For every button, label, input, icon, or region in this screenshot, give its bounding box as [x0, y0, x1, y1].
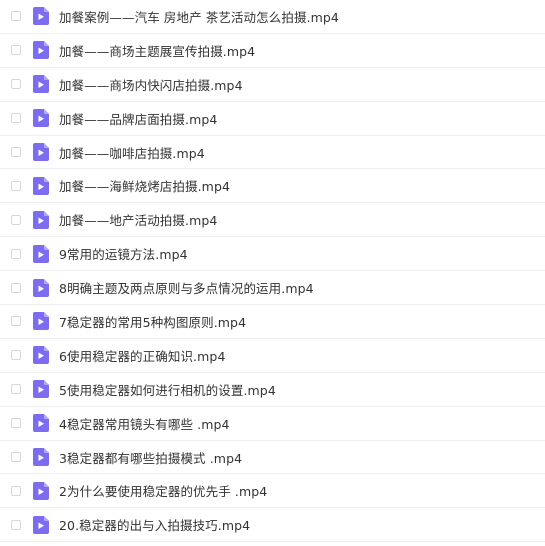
file-name[interactable]: 4稳定器常用镜头有哪些 .mp4 — [59, 414, 230, 433]
file-name[interactable]: 加餐——咖啡店拍摄.mp4 — [59, 143, 205, 162]
file-name[interactable]: 加餐——商场内快闪店拍摄.mp4 — [59, 75, 243, 94]
file-name[interactable]: 加餐——商场主题展宣传拍摄.mp4 — [59, 41, 255, 60]
file-row[interactable]: 4稳定器常用镜头有哪些 .mp4 — [0, 407, 545, 441]
video-file-icon — [33, 176, 49, 195]
file-name[interactable]: 加餐——地产活动拍摄.mp4 — [59, 210, 217, 229]
row-checkbox[interactable] — [11, 79, 21, 90]
file-name[interactable]: 5使用稳定器如何进行相机的设置.mp4 — [59, 380, 276, 399]
row-checkbox[interactable] — [11, 485, 21, 496]
file-name[interactable]: 加餐——海鲜烧烤店拍摄.mp4 — [59, 176, 230, 195]
video-file-icon — [33, 515, 49, 534]
video-file-icon — [33, 312, 49, 331]
file-row[interactable]: 加餐——海鲜烧烤店拍摄.mp4 — [0, 169, 545, 204]
video-file-icon — [33, 41, 49, 60]
video-file-icon — [33, 75, 49, 94]
file-row[interactable]: 加餐——品牌店面拍摄.mp4 — [0, 102, 545, 136]
file-name[interactable]: 7稳定器的常用5种构图原则.mp4 — [59, 312, 246, 331]
row-checkbox[interactable] — [11, 45, 21, 56]
video-file-icon — [33, 143, 49, 161]
row-checkbox[interactable] — [11, 418, 21, 429]
file-name[interactable]: 20.稳定器的出与入拍摄技巧.mp4 — [59, 515, 250, 534]
file-name[interactable]: 6使用稳定器的正确知识.mp4 — [59, 346, 226, 365]
file-row[interactable]: 3稳定器都有哪些拍摄模式 .mp4 — [0, 441, 545, 475]
video-file-icon — [33, 481, 49, 500]
file-row[interactable]: 加餐——商场主题展宣传拍摄.mp4 — [0, 34, 545, 68]
file-row[interactable]: 9常用的运镜方法.mp4 — [0, 237, 545, 272]
file-name[interactable]: 9常用的运镜方法.mp4 — [59, 244, 188, 263]
file-row[interactable]: 加餐——咖啡店拍摄.mp4 — [0, 136, 545, 170]
video-file-icon — [33, 380, 49, 399]
row-checkbox[interactable] — [11, 350, 21, 361]
file-row[interactable]: 5使用稳定器如何进行相机的设置.mp4 — [0, 373, 545, 407]
file-name[interactable]: 3稳定器都有哪些拍摄模式 .mp4 — [59, 448, 242, 467]
file-row[interactable]: 6使用稳定器的正确知识.mp4 — [0, 339, 545, 373]
file-list: 加餐案例——汽车 房地产 茶艺活动怎么拍摄.mp4 加餐——商场主题展宣传拍摄.… — [0, 0, 545, 546]
row-checkbox[interactable] — [11, 113, 21, 124]
row-checkbox[interactable] — [11, 519, 21, 530]
video-file-icon — [33, 346, 49, 365]
file-name[interactable]: 加餐案例——汽车 房地产 茶艺活动怎么拍摄.mp4 — [59, 7, 339, 26]
row-checkbox[interactable] — [11, 452, 21, 463]
file-row[interactable]: 加餐——地产活动拍摄.mp4 — [0, 203, 545, 238]
file-row[interactable]: 7稳定器的常用5种构图原则.mp4 — [0, 305, 545, 339]
row-checkbox[interactable] — [11, 384, 21, 395]
file-row[interactable]: 2为什么要使用稳定器的优先手 .mp4 — [0, 474, 545, 509]
row-checkbox[interactable] — [11, 282, 21, 293]
video-file-icon — [33, 109, 49, 128]
row-checkbox[interactable] — [11, 11, 21, 22]
file-row[interactable]: 加餐——商场内快闪店拍摄.mp4 — [0, 68, 545, 102]
video-file-icon — [33, 7, 49, 26]
file-name[interactable]: 加餐——品牌店面拍摄.mp4 — [59, 109, 217, 128]
video-file-icon — [33, 244, 49, 263]
file-name[interactable]: 2为什么要使用稳定器的优先手 .mp4 — [59, 481, 267, 500]
row-checkbox[interactable] — [11, 147, 21, 157]
file-row[interactable]: 加餐案例——汽车 房地产 茶艺活动怎么拍摄.mp4 — [0, 0, 545, 34]
row-checkbox[interactable] — [11, 180, 21, 191]
video-file-icon — [33, 278, 49, 297]
row-checkbox[interactable] — [11, 316, 21, 327]
row-checkbox[interactable] — [11, 214, 21, 225]
video-file-icon — [33, 448, 49, 467]
video-file-icon — [33, 414, 49, 433]
file-row[interactable]: 8明确主题及两点原则与多点情况的运用.mp4 — [0, 271, 545, 306]
video-file-icon — [33, 210, 49, 229]
file-name[interactable]: 8明确主题及两点原则与多点情况的运用.mp4 — [59, 278, 314, 297]
file-row[interactable]: 20.稳定器的出与入拍摄技巧.mp4 — [0, 508, 545, 543]
row-checkbox[interactable] — [11, 248, 21, 259]
